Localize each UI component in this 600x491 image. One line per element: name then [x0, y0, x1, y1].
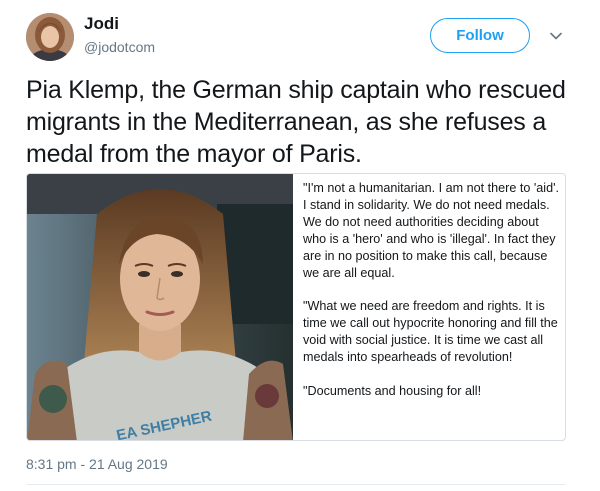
user-name[interactable]: Jodi [84, 14, 119, 34]
avatar[interactable] [26, 13, 74, 61]
portrait-photo: EA SHEPHER [27, 174, 293, 440]
follow-button[interactable]: Follow [430, 18, 530, 53]
tweet-timestamp[interactable]: 8:31 pm - 21 Aug 2019 [26, 456, 168, 472]
quote-paragraph: "I'm not a humanitarian. I am not there … [303, 181, 559, 280]
user-handle[interactable]: @jodotcom [84, 39, 155, 55]
tweet-media[interactable]: EA SHEPHER "I'm not a humanitarian. I am… [26, 173, 566, 441]
quote-text: "I'm not a humanitarian. I am not there … [303, 180, 561, 400]
chevron-down-icon[interactable] [548, 28, 564, 44]
tweet-card: Jodi @jodotcom Follow Pia Klemp, the Ger… [0, 0, 600, 491]
quote-paragraph: "Documents and housing for all! [303, 384, 482, 399]
quote-paragraph: "What we need are freedom and rights. It… [303, 299, 558, 365]
divider [26, 484, 566, 485]
tweet-text: Pia Klemp, the German ship captain who r… [26, 76, 566, 168]
